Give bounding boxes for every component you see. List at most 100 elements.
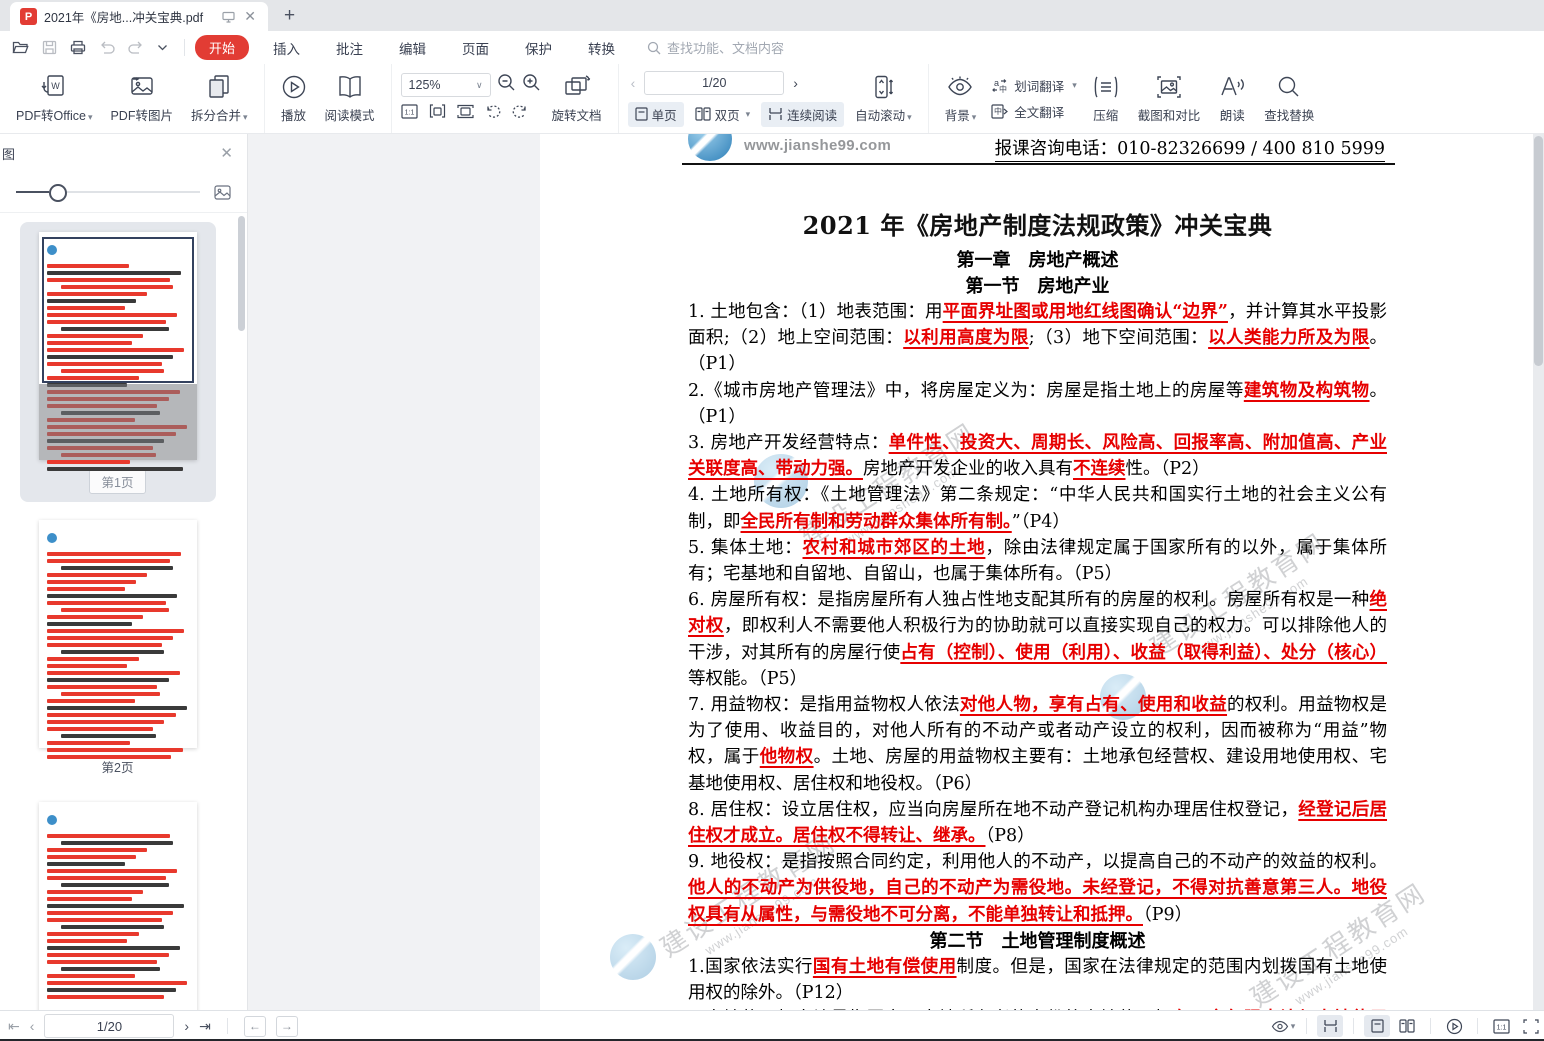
thumbnail-page-3[interactable] — [39, 802, 197, 1010]
screenshot-compare-icon — [1155, 74, 1183, 100]
rotate-right-icon[interactable] — [512, 104, 528, 124]
status-prev-page-icon[interactable]: ‹ — [30, 1018, 35, 1034]
doc-paragraph: 4. 土地所有权：《土地管理法》第二条规定：“中华人民共和国实行土地的社会主义公… — [688, 482, 1387, 534]
menu-item-0[interactable]: 插入 — [255, 38, 318, 58]
scrollbar-thumb[interactable] — [1534, 136, 1543, 366]
site-url: www.jianshe99.com — [744, 137, 891, 154]
background-eye-icon — [946, 74, 974, 100]
menu-item-5[interactable]: 转换 — [570, 38, 633, 58]
customize-quick-access-icon[interactable] — [157, 44, 168, 51]
close-tab-icon[interactable]: ✕ — [242, 8, 258, 25]
menu-item-2[interactable]: 编辑 — [381, 38, 444, 58]
double-page-button[interactable]: 双页▾ — [688, 102, 758, 127]
pdf-reader-window: P 2021年《房地...冲关宝典.pdf ✕ + 开始 插入批注编辑页面保护转… — [0, 0, 1544, 1041]
zoom-level-select[interactable]: 125%∨ — [401, 73, 491, 97]
play-icon — [281, 74, 307, 100]
full-translate-button[interactable]: 中 全文翻译 — [991, 102, 1077, 121]
doc-paragraph: 3. 房地产开发经营特点：单件性、投资大、周期长、风险高、回报率高、附加值高、产… — [688, 430, 1387, 482]
tab-title: 2021年《房地...冲关宝典.pdf — [44, 7, 215, 26]
svg-text:中: 中 — [994, 106, 1002, 116]
menu-item-4[interactable]: 保护 — [507, 38, 570, 58]
full-translate-icon: 中 — [991, 104, 1008, 119]
prev-page-icon[interactable]: ‹ — [628, 75, 639, 91]
menu-item-3[interactable]: 页面 — [444, 38, 507, 58]
status-continuous-icon[interactable] — [1317, 1015, 1343, 1037]
thumbnail-card-3[interactable] — [20, 792, 216, 1010]
slider-track[interactable] — [16, 191, 200, 193]
panel-scrollbar-thumb[interactable] — [238, 216, 245, 331]
present-icon[interactable] — [222, 11, 235, 23]
zoom-out-icon[interactable] — [497, 73, 516, 97]
history-back-button[interactable]: ← — [244, 1016, 266, 1037]
status-fit-page-icon[interactable] — [1518, 1015, 1544, 1037]
page-content: www.jianshe99.com 报课咨询电话：010-82326699 / … — [688, 134, 1387, 1010]
page-nav-group: ‹ 1/20 › 单页 双页▾ 连续阅读 — [619, 64, 929, 133]
redo-icon[interactable] — [128, 41, 144, 54]
thumbnail-page-1[interactable] — [39, 232, 197, 460]
compress-icon — [1092, 74, 1120, 100]
background-button[interactable]: 背景▾ — [938, 74, 984, 124]
zoom-in-icon[interactable] — [522, 73, 541, 97]
slider-handle[interactable] — [49, 184, 67, 202]
fit-page-icon[interactable] — [457, 104, 474, 124]
open-file-icon[interactable] — [12, 40, 29, 55]
screenshot-compare-button[interactable]: 截图和对比 — [1131, 74, 1208, 124]
thumbnail-card-2[interactable]: 第2页 — [20, 510, 216, 784]
status-single-page-icon[interactable] — [1364, 1015, 1390, 1037]
status-next-page-icon[interactable]: › — [184, 1018, 189, 1034]
thumbnail-page-2[interactable] — [39, 520, 197, 748]
find-replace-button[interactable]: 查找替换 — [1257, 74, 1321, 124]
tools-group: 背景▾ a中 划词翻译▾ 中 全文翻译 压缩 截图和对比 — [929, 64, 1331, 133]
status-actual-size-icon[interactable]: 1:1 — [1488, 1015, 1514, 1037]
new-tab-button[interactable]: + — [284, 5, 295, 27]
rotate-left-icon[interactable] — [485, 104, 501, 124]
status-background-icon[interactable]: ▾ — [1270, 1015, 1296, 1037]
vertical-scrollbar[interactable] — [1533, 134, 1544, 1010]
menu-item-1[interactable]: 批注 — [318, 38, 381, 58]
status-play-icon[interactable] — [1441, 1015, 1467, 1037]
thumbnail-zoom-slider[interactable] — [0, 172, 247, 213]
fit-width-icon[interactable] — [429, 104, 446, 124]
tab-bar: P 2021年《房地...冲关宝典.pdf ✕ + — [0, 0, 1544, 31]
page-indicator-input[interactable]: 1/20 — [644, 71, 784, 95]
pdf-page: 建设工程教育网www.jianshe99.com 建设工程教育网www.jian… — [540, 134, 1533, 1010]
next-page-icon[interactable]: › — [790, 75, 801, 91]
single-page-button[interactable]: 单页 — [628, 102, 684, 127]
undo-icon[interactable] — [99, 41, 115, 54]
word-translate-icon: a中 — [991, 78, 1008, 93]
rotate-document-icon — [562, 74, 592, 100]
compress-button[interactable]: 压缩 — [1085, 74, 1127, 124]
history-forward-button[interactable]: → — [276, 1016, 298, 1037]
actual-size-icon[interactable]: 1:1 — [401, 104, 418, 124]
read-mode-button[interactable]: 阅读模式 — [318, 74, 382, 124]
last-page-icon[interactable]: ⇥ — [199, 1018, 211, 1035]
doc-paragraph: 7. 用益物权：是指用益物权人依法对他人物，享有占有、使用和收益的权利。用益物权… — [688, 692, 1387, 797]
document-tab[interactable]: P 2021年《房地...冲关宝典.pdf ✕ — [10, 2, 268, 31]
continuous-read-button[interactable]: 连续阅读 — [761, 102, 844, 127]
document-viewport[interactable]: 建设工程教育网www.jianshe99.com 建设工程教育网www.jian… — [248, 134, 1544, 1010]
auto-scroll-button[interactable]: 自动滚动▾ — [848, 74, 919, 124]
search-box[interactable]: 查找功能、文档内容 — [647, 38, 784, 57]
save-icon[interactable] — [42, 40, 57, 55]
print-icon[interactable] — [70, 40, 86, 55]
doc-paragraph: 1.国家依法实行国有土地有偿使用制度。但是，国家在法律规定的范围内划拨国有土地使… — [688, 954, 1387, 1006]
quick-access-toolbar — [0, 40, 180, 55]
pdf-to-office-button[interactable]: W PDF转Office▾ — [9, 74, 99, 124]
first-page-icon[interactable]: ⇤ — [8, 1018, 20, 1035]
thumbnail-list: 第1页第2页 — [0, 214, 235, 1010]
pdf-to-image-button[interactable]: PDF转图片 — [103, 74, 180, 124]
play-button[interactable]: 播放 — [274, 74, 314, 124]
convert-group: W PDF转Office▾ PDF转图片 拆分合并▾ — [0, 64, 265, 133]
read-aloud-button[interactable]: 朗读 — [1211, 74, 1253, 124]
status-bar: ⇤ ‹ 1/20 › ⇥ ← → ▾ — [0, 1010, 1544, 1041]
rotate-document-button[interactable]: 旋转文档 — [545, 74, 609, 124]
close-panel-icon[interactable]: ✕ — [220, 144, 233, 162]
split-merge-button[interactable]: 拆分合并▾ — [184, 74, 255, 124]
word-translate-button[interactable]: a中 划词翻译▾ — [991, 76, 1077, 95]
doc-paragraph: 9. 地役权：是指按照合同约定，利用他人的不动产，以提高自己的不动产的效益的权利… — [688, 849, 1387, 928]
menu-start[interactable]: 开始 — [195, 35, 249, 60]
status-page-indicator[interactable]: 1/20 — [44, 1014, 174, 1038]
thumbnail-card-1[interactable]: 第1页 — [20, 222, 216, 502]
status-double-page-icon[interactable] — [1394, 1015, 1420, 1037]
divider — [184, 39, 185, 56]
